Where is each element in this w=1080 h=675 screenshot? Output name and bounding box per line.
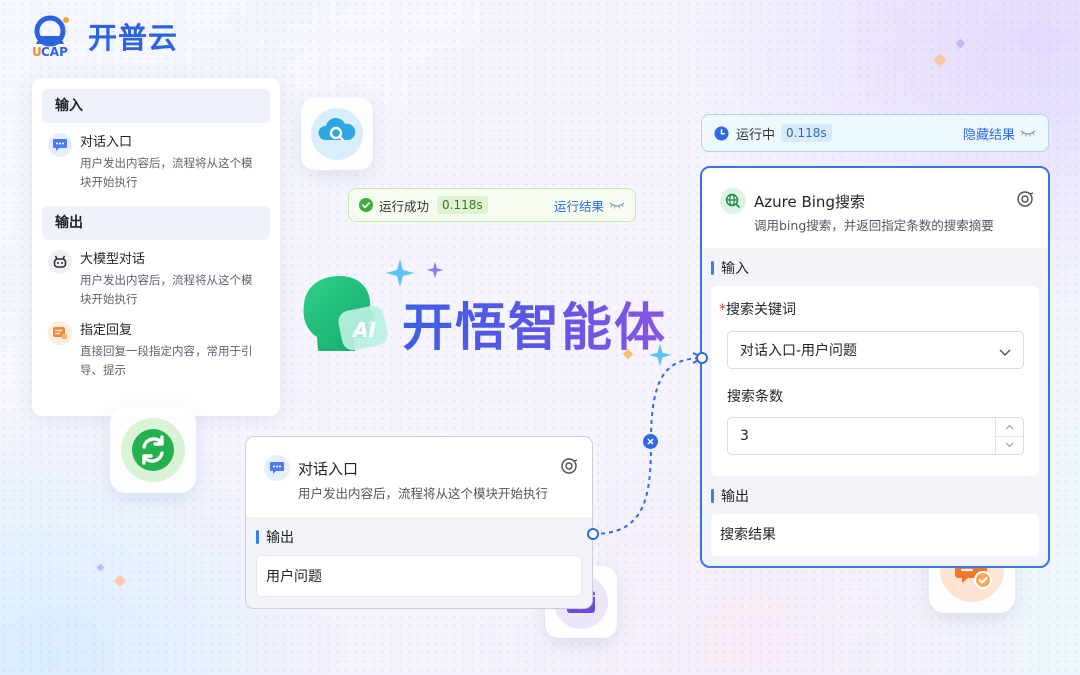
input-port[interactable] xyxy=(696,352,708,364)
logo-name: 开普云 xyxy=(88,21,179,55)
count-number-input[interactable]: 3 xyxy=(727,417,1024,455)
view-result-link[interactable]: 运行结果 xyxy=(554,196,604,215)
sparkle-icon xyxy=(96,563,105,572)
library-item-chat-entry[interactable]: 对话入口 用户发出内容后，流程将从这个模 块开始执行 xyxy=(42,123,270,200)
output-section-header: 输出 xyxy=(42,206,270,240)
cloud-search-icon xyxy=(311,108,363,160)
run-success-text: 运行成功 xyxy=(379,198,430,214)
target-settings-icon[interactable] xyxy=(560,457,578,479)
increment-arrow-icon[interactable] xyxy=(996,418,1023,437)
robot-icon xyxy=(48,250,72,274)
check-circle-icon xyxy=(359,198,373,212)
library-item-desc: 用户发出内容后，流程将从这个模 块开始执行 xyxy=(80,273,253,306)
eye-closed-icon[interactable] xyxy=(609,201,625,209)
input-params-panel: *搜索关键词 对话入口-用户问题 搜索条数 3 xyxy=(711,286,1039,476)
quantity-stepper[interactable] xyxy=(995,418,1023,454)
brand-logo: U CAP 开普云 xyxy=(30,14,179,59)
library-item-desc: 直接回复一段指定内容，常用于引 导、提示 xyxy=(80,344,253,377)
eye-closed-icon[interactable] xyxy=(1020,129,1036,137)
node-title: Azure Bing搜索 xyxy=(754,192,865,211)
node-header: 对话入口 用户发出内容后，流程将从这个模块开始执行 xyxy=(246,437,592,517)
node-title: 对话入口 xyxy=(298,459,359,478)
running-status-bar: 运行中 0.118s 隐藏结果 xyxy=(701,114,1049,152)
running-time-chip: 0.118s xyxy=(781,124,832,142)
sparkle-icon xyxy=(426,261,444,279)
library-item-title: 大模型对话 xyxy=(80,252,146,267)
library-item-fixed-reply[interactable]: 指定回复 直接回复一段指定内容，常用于引 导、提示 xyxy=(42,317,270,388)
reply-icon xyxy=(48,321,72,345)
node-chat-entry[interactable]: 对话入口 用户发出内容后，流程将从这个模块开始执行 输出 用户问题 xyxy=(245,436,593,609)
output-field-user-question[interactable]: 用户问题 xyxy=(256,555,582,597)
library-item-llm-chat[interactable]: 大模型对话 用户发出内容后，流程将从这个模 块开始执行 xyxy=(42,240,270,317)
disconnect-icon[interactable] xyxy=(643,434,658,449)
target-settings-icon[interactable] xyxy=(1016,190,1034,212)
output-label: 输出 xyxy=(711,486,1039,506)
refresh-icon xyxy=(121,418,185,482)
clock-icon xyxy=(714,126,729,141)
sparkle-icon xyxy=(386,259,414,287)
node-description: 调用bing搜索，并返回指定条数的搜索摘要 xyxy=(754,218,994,233)
chevron-down-icon xyxy=(999,345,1011,361)
ai-badge-text: AI xyxy=(353,318,376,342)
running-text: 运行中 xyxy=(736,127,776,143)
node-azure-bing-search[interactable]: Azure Bing搜索 调用bing搜索，并返回指定条数的搜索摘要 输入 *搜… xyxy=(700,166,1050,568)
globe-search-icon xyxy=(720,188,746,214)
node-library-panel: 输入 对话入口 用户发出内容后，流程将从这个模 块开始执行 输出 大模型对话 用… xyxy=(32,78,280,416)
sparkle-icon xyxy=(933,53,947,67)
library-item-title: 指定回复 xyxy=(80,323,133,338)
sparkle-icon xyxy=(113,574,127,588)
keyword-select-value: 对话入口-用户问题 xyxy=(740,343,858,359)
input-section-header: 输入 xyxy=(42,89,270,123)
search-tile xyxy=(301,98,373,170)
refresh-tile xyxy=(110,407,196,493)
run-success-bar: 运行成功 0.118s 运行结果 xyxy=(348,188,636,222)
count-input-value: 3 xyxy=(740,428,749,444)
chat-bubble-icon xyxy=(48,133,72,157)
decrement-arrow-icon[interactable] xyxy=(996,437,1023,455)
hide-result-link[interactable]: 隐藏结果 xyxy=(963,124,1015,143)
output-port[interactable] xyxy=(587,528,599,540)
node-description: 用户发出内容后，流程将从这个模块开始执行 xyxy=(298,486,549,501)
output-label: 输出 xyxy=(256,527,582,547)
keyword-label: *搜索关键词 xyxy=(719,302,796,318)
output-field-search-result[interactable]: 搜索结果 xyxy=(711,514,1039,556)
svg-text:CAP: CAP xyxy=(41,45,68,58)
run-time-chip: 0.118s xyxy=(437,196,488,214)
count-label: 搜索条数 xyxy=(727,389,783,405)
input-label: 输入 xyxy=(711,258,1039,278)
library-item-desc: 用户发出内容后，流程将从这个模 块开始执行 xyxy=(80,156,253,189)
chat-bubble-icon xyxy=(264,455,290,481)
library-item-title: 对话入口 xyxy=(80,135,133,150)
sparkle-icon xyxy=(955,38,966,49)
keyword-select[interactable]: 对话入口-用户问题 xyxy=(727,331,1024,369)
ucap-logo-mark: U CAP xyxy=(30,14,82,59)
node-header: Azure Bing搜索 调用bing搜索，并返回指定条数的搜索摘要 xyxy=(702,168,1048,248)
